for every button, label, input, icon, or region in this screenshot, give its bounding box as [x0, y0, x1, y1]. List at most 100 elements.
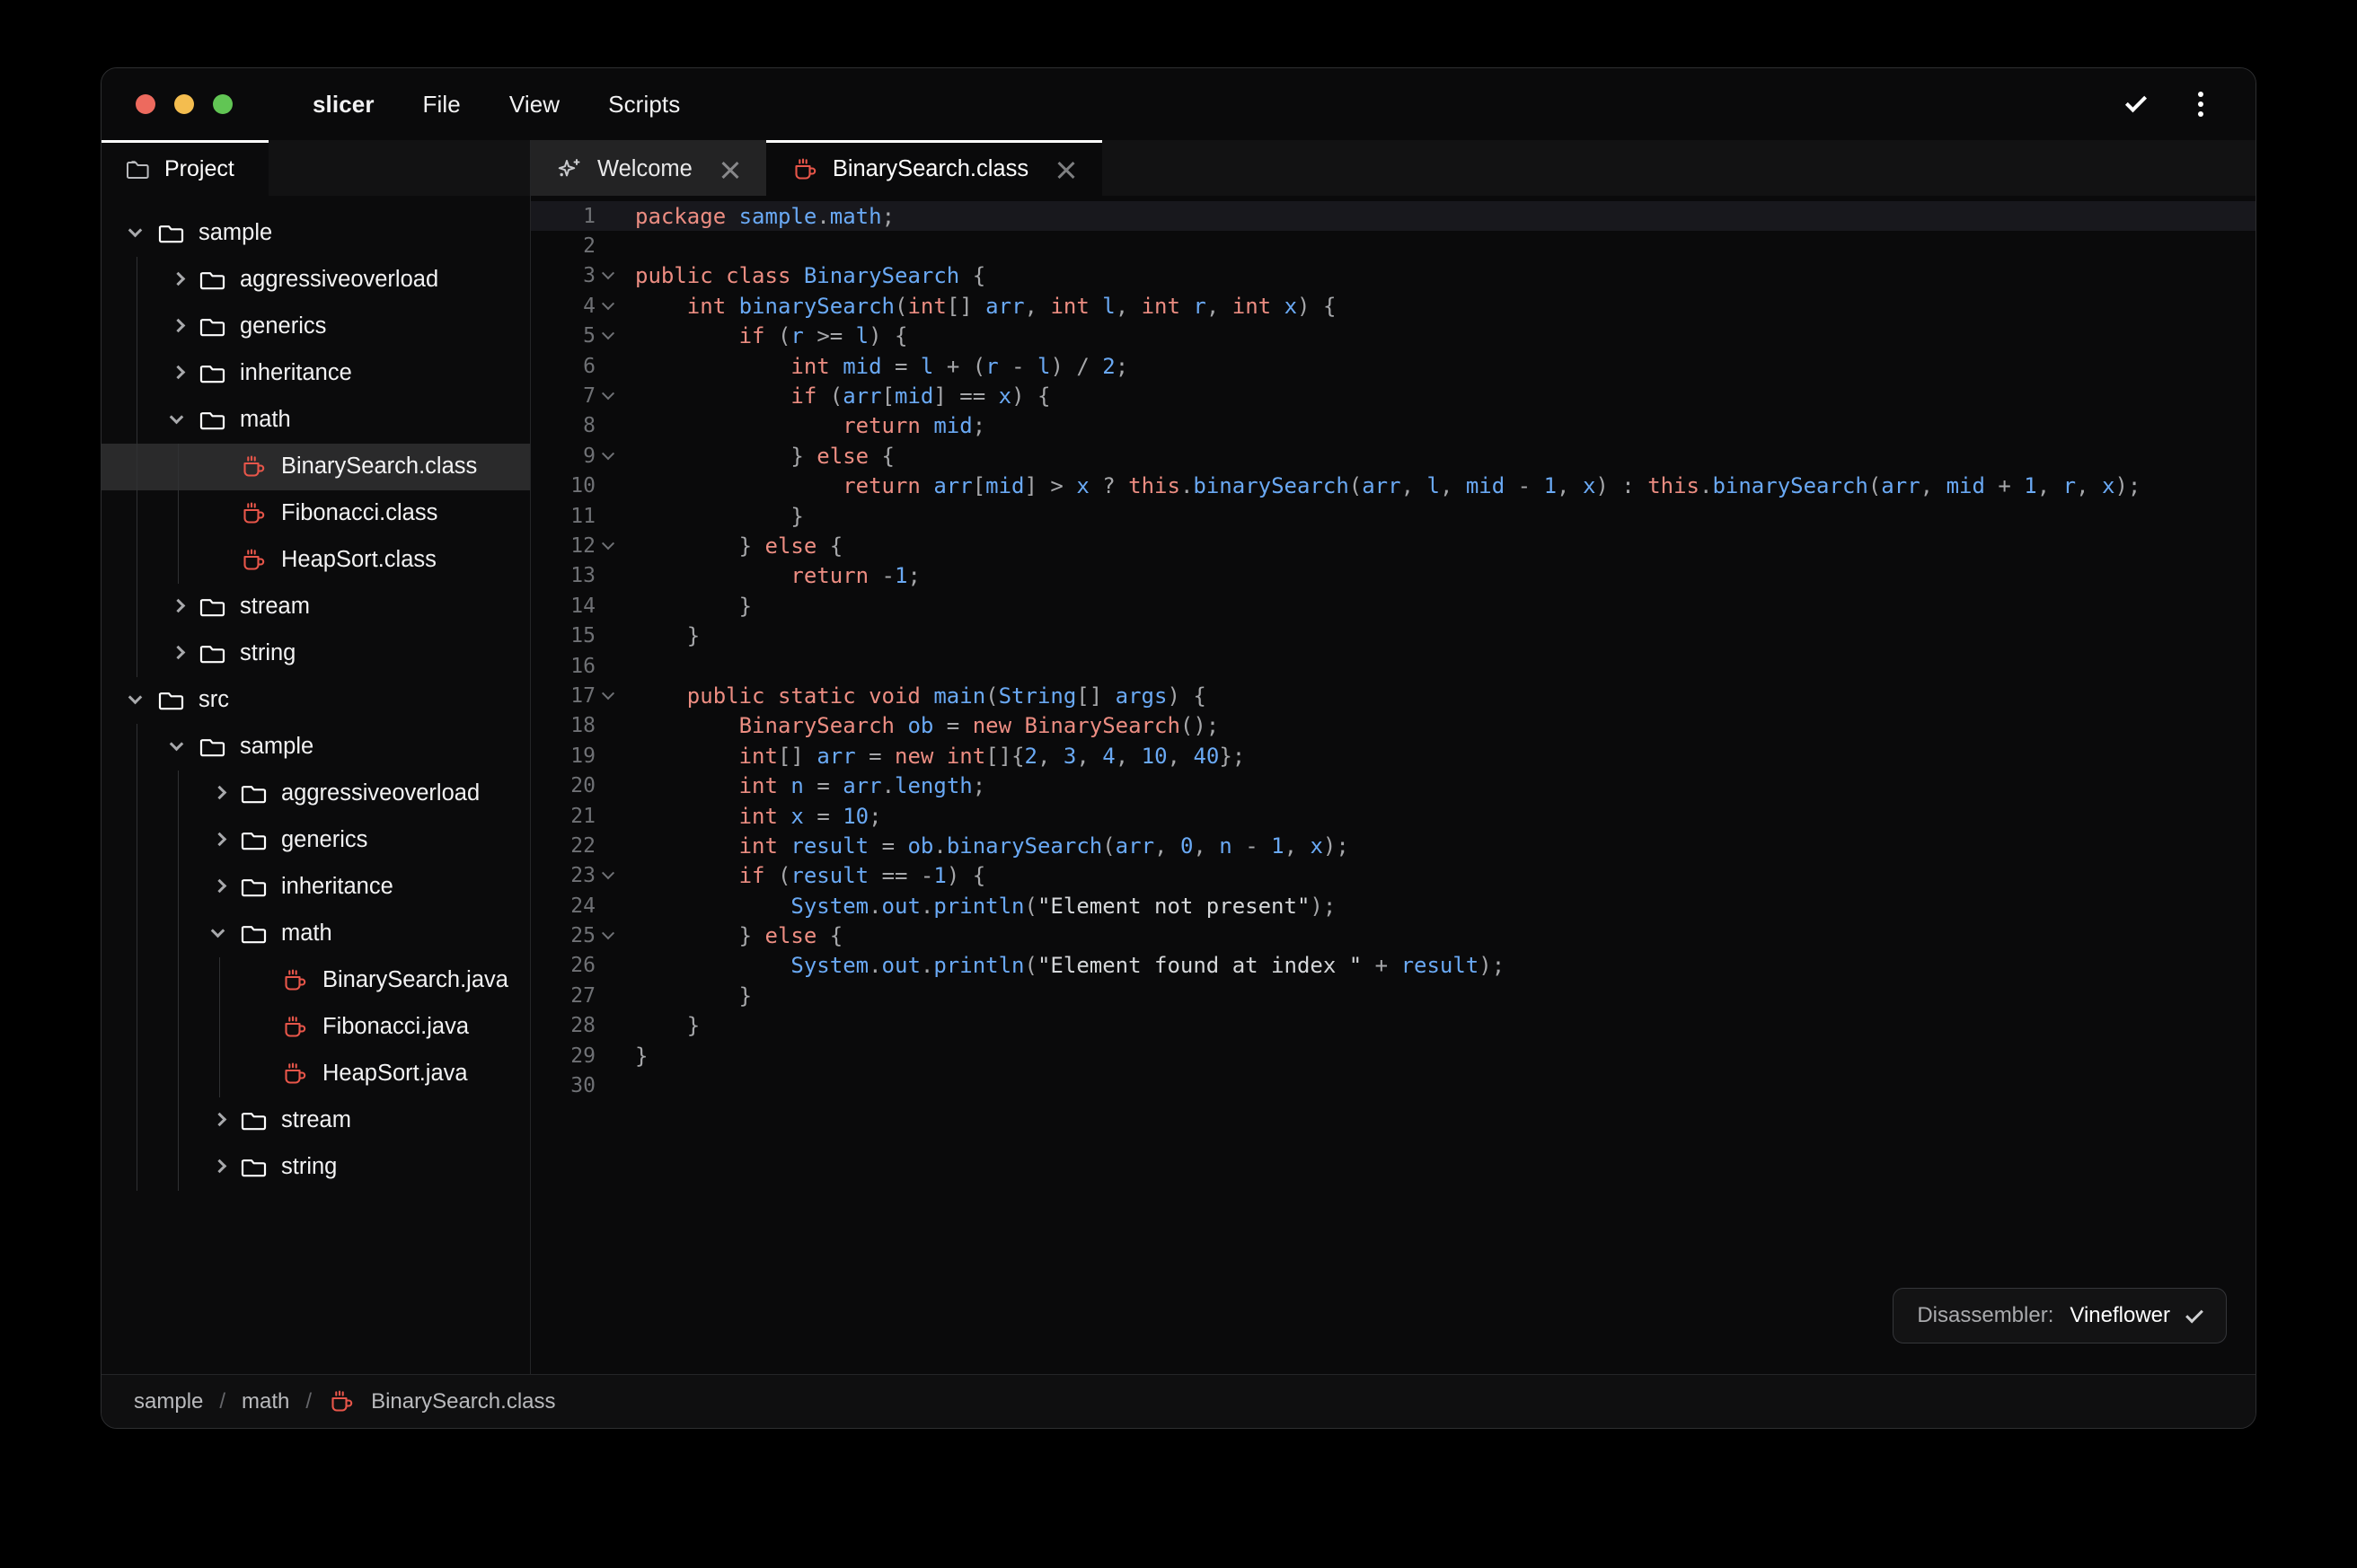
line-number: 18	[570, 714, 596, 738]
fold-toggle-icon[interactable]	[596, 296, 621, 311]
menu-item-slicer[interactable]: slicer	[288, 84, 399, 126]
tree-folder-string[interactable]: string	[102, 630, 530, 677]
tree-folder-aggressiveoverload[interactable]: aggressiveoverload	[102, 771, 530, 817]
chevron-right-icon[interactable]	[211, 1158, 229, 1176]
line-number: 16	[570, 654, 596, 678]
code-text: if (r >= l) {	[738, 323, 908, 349]
fold-toggle-icon[interactable]	[596, 327, 621, 340]
menu-item-scripts[interactable]: Scripts	[584, 84, 704, 126]
close-tab-icon[interactable]	[1054, 157, 1079, 182]
line-number: 27	[570, 983, 596, 1008]
sidebar-tab-project[interactable]: Project	[102, 140, 269, 196]
code-line: 24 System.out.println("Element not prese…	[531, 891, 2255, 921]
fold-toggle-icon[interactable]	[596, 687, 621, 700]
code-text: } else {	[738, 533, 843, 559]
code-line: 29}	[531, 1041, 2255, 1070]
tree-folder-generics[interactable]: generics	[102, 304, 530, 350]
chevron-right-icon[interactable]	[211, 878, 229, 896]
chevron-right-icon[interactable]	[211, 785, 229, 803]
code-editor[interactable]: 1 package sample.math; 2 3 public class Bina…	[531, 196, 2255, 1374]
code-content[interactable]: 1 package sample.math; 2 3 public class Bina…	[531, 196, 2255, 1101]
tree-file-BinarySearch.class[interactable]: BinarySearch.class	[102, 444, 530, 490]
chevron-down-icon[interactable]	[128, 690, 146, 709]
code-line: 28 }	[531, 1011, 2255, 1041]
tree-folder-inheritance[interactable]: inheritance	[102, 350, 530, 397]
line-number: 30	[570, 1074, 596, 1098]
breadcrumb-item[interactable]: sample	[134, 1389, 203, 1414]
close-window-button[interactable]	[136, 94, 155, 114]
fold-toggle-icon[interactable]	[596, 387, 621, 401]
tree-folder-sample[interactable]: sample	[102, 724, 530, 771]
tree-folder-src[interactable]: src	[102, 677, 530, 724]
tree-folder-stream[interactable]: stream	[102, 1097, 530, 1144]
folder-icon	[199, 362, 227, 385]
tree-item-label: stream	[281, 1107, 351, 1133]
tree-folder-sample[interactable]: sample	[102, 210, 530, 257]
chevron-down-icon[interactable]	[169, 410, 188, 429]
tree-file-BinarySearch.java[interactable]: BinarySearch.java	[102, 957, 530, 1004]
tree-folder-inheritance[interactable]: inheritance	[102, 864, 530, 911]
more-options-button[interactable]	[2180, 84, 2221, 125]
breadcrumb-item[interactable]: BinarySearch.class	[371, 1389, 555, 1414]
folder-icon	[199, 595, 227, 619]
menu-item-view[interactable]: View	[485, 84, 584, 126]
tree-folder-math[interactable]: math	[102, 397, 530, 444]
chevron-down-icon[interactable]	[128, 223, 146, 242]
chevron-right-icon[interactable]	[170, 318, 188, 336]
code-text: System.out.println("Element found at ind…	[790, 953, 1505, 979]
chevron-down-icon[interactable]	[169, 736, 188, 756]
chevron-right-icon[interactable]	[211, 832, 229, 850]
tree-folder-stream[interactable]: stream	[102, 584, 530, 630]
maximize-window-button[interactable]	[213, 94, 233, 114]
code-line: 6 int mid = l + (r - l) / 2;	[531, 351, 2255, 381]
menu-item-file[interactable]: File	[399, 84, 485, 126]
fold-toggle-icon[interactable]	[596, 446, 621, 461]
tree-item-label: math	[281, 921, 332, 947]
close-tab-icon[interactable]	[718, 157, 743, 182]
editor-tab-label: BinarySearch.class	[832, 156, 1029, 181]
line-number: 15	[570, 624, 596, 648]
tree-folder-math[interactable]: math	[102, 911, 530, 957]
breadcrumb-item[interactable]: math	[242, 1389, 289, 1414]
editor-tab-binarysearch-class[interactable]: BinarySearch.class	[765, 140, 1103, 196]
code-line: 15 }	[531, 621, 2255, 650]
code-line: 30	[531, 1070, 2255, 1100]
tree-folder-string[interactable]: string	[102, 1144, 530, 1191]
folder-icon	[240, 1156, 269, 1179]
tree-file-HeapSort.class[interactable]: HeapSort.class	[102, 537, 530, 584]
tree-folder-generics[interactable]: generics	[102, 817, 530, 864]
breadcrumb-separator: /	[219, 1388, 226, 1414]
folder-icon	[199, 315, 227, 339]
chevron-down-icon[interactable]	[210, 923, 229, 943]
chevron-right-icon[interactable]	[170, 645, 188, 663]
chevron-right-icon[interactable]	[170, 271, 188, 289]
tree-file-Fibonacci.class[interactable]: Fibonacci.class	[102, 490, 530, 537]
tree-folder-aggressiveoverload[interactable]: aggressiveoverload	[102, 257, 530, 304]
code-text: }	[635, 1043, 649, 1069]
code-line: 23 if (result == -1) {	[531, 861, 2255, 891]
sidebar-tab-label: Project	[164, 156, 234, 181]
tree-item-label: string	[240, 640, 296, 666]
tree-file-Fibonacci.java[interactable]: Fibonacci.java	[102, 1004, 530, 1051]
editor-tab-welcome[interactable]: Welcome	[531, 140, 766, 196]
fold-toggle-icon[interactable]	[596, 927, 621, 940]
minimize-window-button[interactable]	[174, 94, 194, 114]
tree-item-label: sample	[240, 734, 314, 760]
code-line: 8 return mid;	[531, 411, 2255, 441]
chevron-right-icon[interactable]	[211, 1112, 229, 1130]
folder-icon	[240, 1109, 269, 1132]
line-number: 24	[570, 894, 596, 918]
chevron-right-icon[interactable]	[170, 365, 188, 383]
project-file-tree[interactable]: sample aggressiveoverload generics inherita…	[102, 196, 530, 1374]
collapse-button[interactable]	[2115, 84, 2157, 125]
code-line: 16	[531, 651, 2255, 681]
chevron-right-icon[interactable]	[170, 598, 188, 616]
fold-toggle-icon[interactable]	[596, 867, 621, 880]
disassembler-selector[interactable]: Disassembler: Vineflower	[1893, 1288, 2227, 1343]
fold-toggle-icon[interactable]	[596, 267, 621, 280]
project-sidebar: Project sample aggressiveoverload generics…	[102, 140, 531, 1374]
tree-file-HeapSort.java[interactable]: HeapSort.java	[102, 1051, 530, 1097]
folder-icon	[199, 269, 227, 292]
fold-toggle-icon[interactable]	[596, 537, 621, 551]
line-number: 1	[583, 204, 596, 228]
